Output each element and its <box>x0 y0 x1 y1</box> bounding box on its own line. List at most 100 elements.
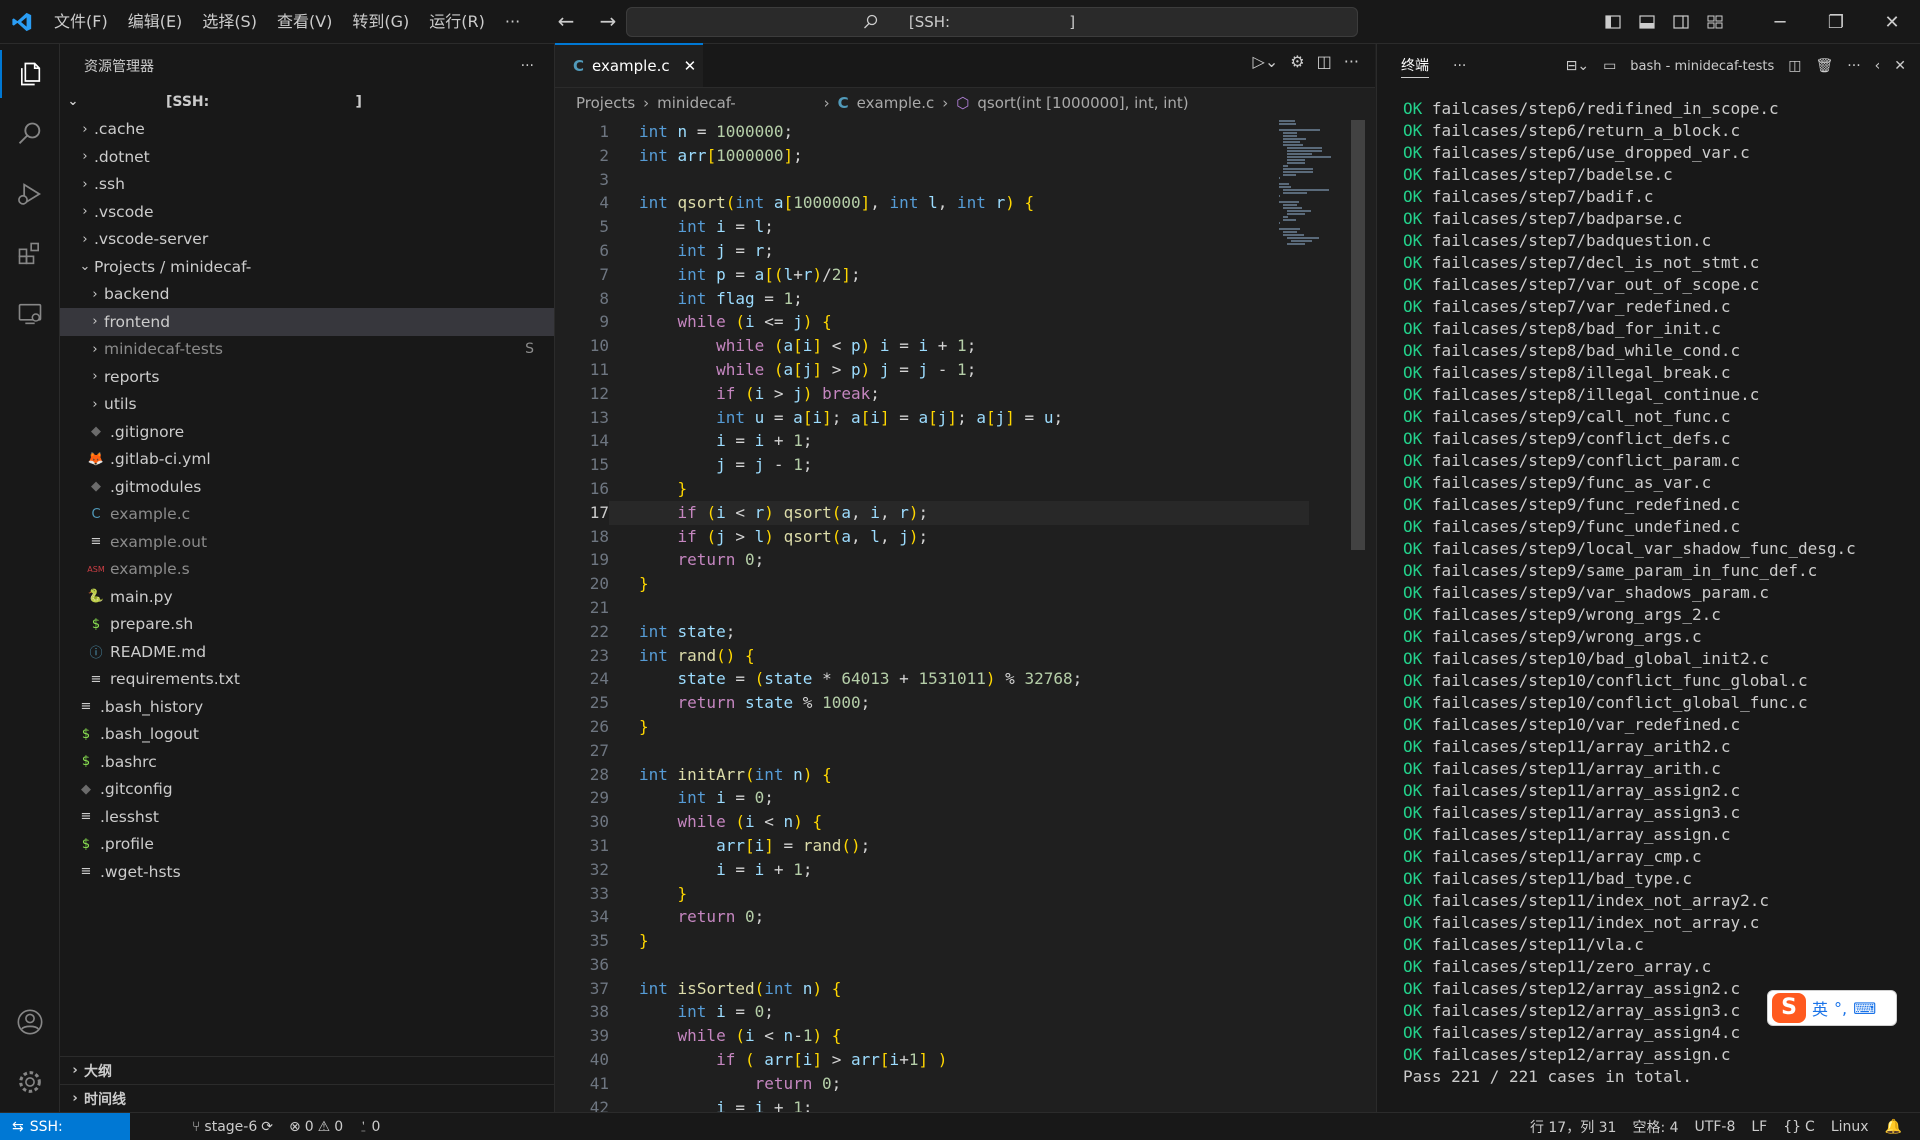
code-line[interactable]: 33 } <box>555 882 1355 906</box>
breadcrumb-item[interactable]: qsort(int [1000000], int, int) <box>977 94 1188 112</box>
terminal-icon[interactable]: ▭ <box>1603 58 1616 74</box>
tree-item[interactable]: ◆ .gitmodules <box>60 473 554 501</box>
settings-gear-icon[interactable] <box>0 1052 60 1112</box>
bell-icon[interactable]: 🔔 <box>1877 1119 1910 1135</box>
code-line[interactable]: 7 int p = a[(l+r)/2]; <box>555 263 1355 287</box>
code-area[interactable]: 1 int n = 1000000; 2 int arr[1000000]; 3 4 int… <box>555 120 1355 1117</box>
menu-item[interactable]: ··· <box>495 7 530 37</box>
tree-item[interactable]: $ .bash_logout <box>60 721 554 749</box>
account-icon[interactable] <box>0 992 60 1052</box>
settings-icon[interactable]: ⚙ <box>1290 52 1304 71</box>
workspace-root[interactable]: ⌄ [SSH: ] <box>60 88 554 116</box>
code-line[interactable]: 35} <box>555 929 1355 953</box>
tree-item[interactable]: 🐍 main.py <box>60 583 554 611</box>
code-line[interactable]: 20} <box>555 572 1355 596</box>
tree-item[interactable]: Cexample.c <box>60 501 554 529</box>
minimap[interactable] <box>1279 120 1339 260</box>
tree-item[interactable]: ≡ .wget-hsts <box>60 858 554 886</box>
run-code-icon[interactable]: ▷⌄ <box>1253 52 1279 71</box>
terminal-name[interactable]: bash - minidecaf-tests <box>1630 59 1774 74</box>
code-line[interactable]: 6 int j = r; <box>555 239 1355 263</box>
ime-toolbar[interactable]: S 英 °, ⌨ <box>1767 990 1897 1026</box>
eol[interactable]: LF <box>1743 1119 1775 1135</box>
code-line[interactable]: 21 <box>555 596 1355 620</box>
toggle-secondary-sidebar-icon[interactable] <box>1664 5 1698 39</box>
code-line[interactable]: 22 int state; <box>555 620 1355 644</box>
sidebar-section[interactable]: › 大纲 <box>60 1056 554 1084</box>
code-line[interactable]: 14 i = i + 1; <box>555 429 1355 453</box>
code-line[interactable]: 5 int i = l; <box>555 215 1355 239</box>
menu-item[interactable]: 运行(R) <box>419 7 495 37</box>
restore-icon[interactable]: ❐ <box>1808 0 1864 44</box>
code-line[interactable]: 8 int flag = 1; <box>555 287 1355 311</box>
language-mode[interactable]: {} C <box>1775 1119 1823 1135</box>
tree-item[interactable]: ◆ .gitconfig <box>60 776 554 804</box>
tree-item[interactable]: ≡ .lesshst <box>60 803 554 831</box>
code-line[interactable]: 25 return state % 1000; <box>555 691 1355 715</box>
keyboard-icon[interactable]: ⌨ <box>1853 999 1876 1018</box>
close-window-icon[interactable]: ✕ <box>1864 0 1920 44</box>
code-line[interactable]: 19 return 0; <box>555 548 1355 572</box>
code-line[interactable]: 4 int qsort(int a[1000000], int l, int r)… <box>555 191 1355 215</box>
tree-item[interactable]: › minidecaf-tests S <box>60 336 554 364</box>
remote-explorer-icon[interactable] <box>0 284 60 344</box>
indentation[interactable]: 空格: 4 <box>1624 1117 1686 1137</box>
tree-item[interactable]: ≡ requirements.txt <box>60 666 554 694</box>
back-arrow-icon[interactable]: ← <box>552 8 580 36</box>
tree-item[interactable]: $ prepare.sh <box>60 611 554 639</box>
toggle-panel-icon[interactable] <box>1630 5 1664 39</box>
code-line[interactable]: 37 int isSorted(int n) { <box>555 977 1355 1001</box>
tree-item[interactable]: › .vscode-server <box>60 226 554 254</box>
more-actions-icon[interactable]: ··· <box>1344 52 1359 71</box>
tree-item[interactable]: $ .profile <box>60 831 554 859</box>
tree-item[interactable]: › .ssh <box>60 171 554 199</box>
code-line[interactable]: 11 while (a[j] > p) j = j - 1; <box>555 358 1355 382</box>
ime-punct[interactable]: °, <box>1834 999 1847 1018</box>
menu-item[interactable]: 选择(S) <box>192 7 267 37</box>
search-icon[interactable] <box>0 104 60 164</box>
chevron-left-icon[interactable]: ‹ <box>1875 58 1881 74</box>
tree-item[interactable]: › utils <box>60 391 554 419</box>
code-line[interactable]: 16 } <box>555 477 1355 501</box>
tab-example-c[interactable]: C example.c ✕ <box>555 43 703 87</box>
code-line[interactable]: 34 return 0; <box>555 905 1355 929</box>
sidebar-section[interactable]: › 时间线 <box>60 1084 554 1112</box>
tree-item[interactable]: › .vscode <box>60 198 554 226</box>
code-line[interactable]: 41 return 0; <box>555 1072 1355 1096</box>
breadcrumb-item[interactable]: example.c <box>857 94 935 112</box>
code-line[interactable]: 40 if ( arr[i] > arr[i+1] ) <box>555 1048 1355 1072</box>
code-line[interactable]: 36 <box>555 953 1355 977</box>
code-line[interactable]: 39 while (i < n-1) { <box>555 1024 1355 1048</box>
code-line[interactable]: 27 <box>555 739 1355 763</box>
code-line[interactable]: 1 int n = 1000000; <box>555 120 1355 144</box>
tree-item[interactable]: ≡ .bash_history <box>60 693 554 721</box>
split-terminal-icon[interactable]: ◫ <box>1788 58 1801 74</box>
tree-item[interactable]: › frontend <box>60 308 554 336</box>
code-line[interactable]: 29 int i = 0; <box>555 786 1355 810</box>
tree-item[interactable]: ≡ example.out <box>60 528 554 556</box>
code-line[interactable]: 2 int arr[1000000]; <box>555 144 1355 168</box>
platform[interactable]: Linux <box>1823 1119 1877 1135</box>
forward-arrow-icon[interactable]: → <box>594 8 622 36</box>
tree-item[interactable]: › backend <box>60 281 554 309</box>
tree-item[interactable]: › .cache <box>60 116 554 144</box>
tree-item[interactable]: ◆ .gitignore <box>60 418 554 446</box>
explorer-icon[interactable] <box>0 44 60 104</box>
tree-item[interactable]: › reports <box>60 363 554 391</box>
code-line[interactable]: 15 j = j - 1; <box>555 453 1355 477</box>
remote-indicator[interactable]: ⇆ SSH: <box>0 1113 130 1140</box>
customize-layout-icon[interactable] <box>1698 5 1732 39</box>
menu-item[interactable]: 编辑(E) <box>118 7 193 37</box>
more-actions-icon[interactable]: ··· <box>1453 58 1466 74</box>
code-line[interactable]: 32 i = i + 1; <box>555 858 1355 882</box>
tree-item[interactable]: ⌄ Projects / minidecaf- <box>60 253 554 281</box>
split-editor-icon[interactable]: ◫ <box>1317 52 1332 71</box>
extensions-icon[interactable] <box>0 224 60 284</box>
close-tab-icon[interactable]: ✕ <box>684 57 697 75</box>
ime-language[interactable]: 英 <box>1812 996 1828 1020</box>
code-line[interactable]: 23 int rand() { <box>555 644 1355 668</box>
code-line[interactable]: 3 <box>555 168 1355 192</box>
more-actions-icon[interactable]: ··· <box>1847 58 1860 74</box>
breadcrumb-item[interactable]: minidecaf- <box>657 94 736 112</box>
problems[interactable]: ⊗ 0 ⚠ 0 <box>281 1119 351 1135</box>
